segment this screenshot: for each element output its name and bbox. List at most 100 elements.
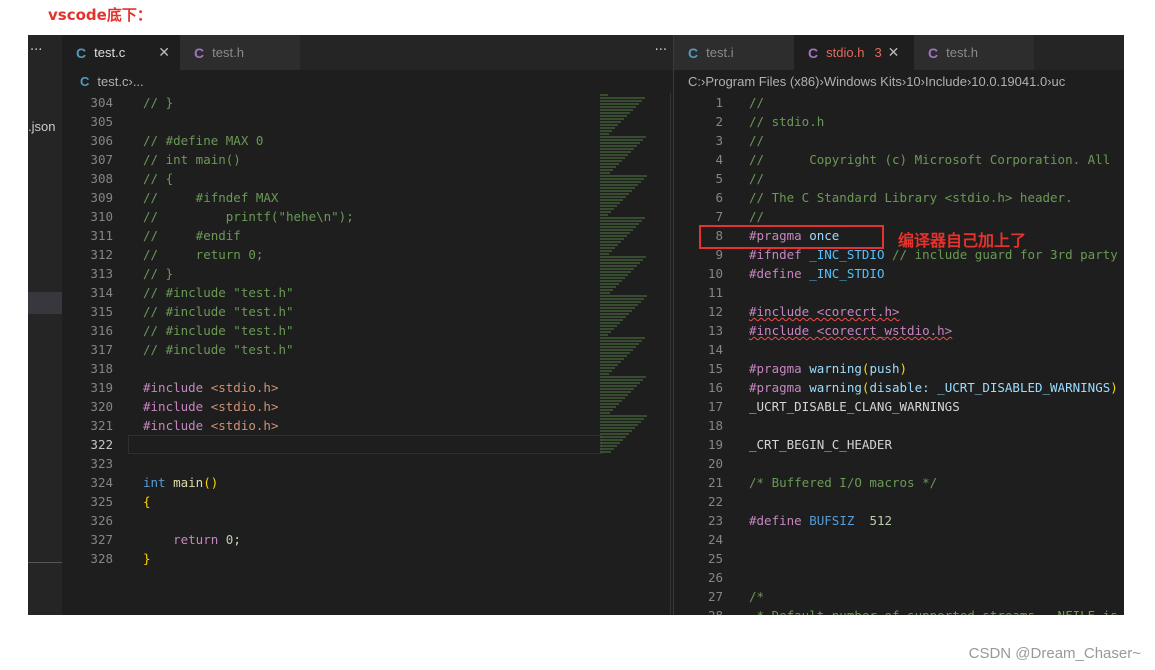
code-line[interactable]: 5 // — [674, 169, 1124, 188]
code-line[interactable]: 319 #include <stdio.h> — [62, 378, 673, 397]
minimap-line — [600, 331, 611, 333]
code-line[interactable]: 26 — [674, 568, 1124, 587]
code-line[interactable]: 15 #pragma warning(push) — [674, 359, 1124, 378]
minimap-line — [600, 118, 624, 120]
code-line[interactable]: 315 // #include "test.h" — [62, 302, 673, 321]
code-line[interactable]: 314 // #include "test.h" — [62, 283, 673, 302]
code-line[interactable]: 1 // — [674, 93, 1124, 112]
code-token: #include — [143, 418, 211, 433]
code-line[interactable]: 318 — [62, 359, 673, 378]
breadcrumb-item[interactable]: Program Files (x86) — [705, 74, 819, 89]
minimap-line — [600, 406, 616, 408]
code-line[interactable]: 305 — [62, 112, 673, 131]
minimap-line — [600, 376, 646, 378]
code-line[interactable]: 317 // #include "test.h" — [62, 340, 673, 359]
code-line[interactable]: 2 // stdio.h — [674, 112, 1124, 131]
code-line[interactable]: 310 // printf("hehe\n"); — [62, 207, 673, 226]
close-icon[interactable]: ✕ — [158, 44, 170, 61]
code-line[interactable]: 24 — [674, 530, 1124, 549]
code-token: _INC_STDIO — [809, 266, 885, 281]
tab-test-i[interactable]: Ctest.i — [674, 35, 794, 70]
minimap-line — [600, 130, 612, 132]
code-line[interactable]: 18 — [674, 416, 1124, 435]
breadcrumb-item[interactable]: uc — [1052, 74, 1066, 89]
explorer-sidebar: ··· .json — [28, 35, 62, 615]
code-line[interactable]: 25 — [674, 549, 1124, 568]
code-line[interactable]: 316 // #include "test.h" — [62, 321, 673, 340]
code-line[interactable]: 28 * Default number of supported streams… — [674, 606, 1124, 615]
line-number: 6 — [715, 190, 723, 205]
line-number: 28 — [674, 606, 723, 615]
breadcrumb-item[interactable]: Windows Kits — [824, 74, 902, 89]
code-token: #include — [143, 380, 211, 395]
breadcrumb-item[interactable]: 10.0.19041.0 — [971, 74, 1047, 89]
code-line[interactable]: 321 #include <stdio.h> — [62, 416, 673, 435]
minimap-line — [600, 214, 608, 216]
breadcrumb-item[interactable]: ... — [133, 74, 144, 89]
explorer-item[interactable]: .json — [28, 119, 55, 134]
minimap-line — [600, 232, 630, 234]
code-line[interactable]: 11 — [674, 283, 1124, 302]
breadcrumb-item[interactable]: test.c — [97, 74, 128, 89]
minimap-line — [600, 271, 631, 273]
code-line[interactable]: 22 — [674, 492, 1124, 511]
tab-stdio-h[interactable]: Cstdio.h 3 ✕ — [794, 35, 914, 70]
code-line[interactable]: 328} — [62, 549, 673, 568]
code-line[interactable]: 27 /* — [674, 587, 1124, 606]
code-line[interactable]: 306 // #define MAX 0 — [62, 131, 673, 150]
code-line[interactable]: 13 #include <corecrt_wstdio.h> — [674, 321, 1124, 340]
code-line[interactable]: 312 // return 0; — [62, 245, 673, 264]
code-line[interactable]: 304 // } — [62, 93, 673, 112]
breadcrumb-item[interactable]: Include — [925, 74, 967, 89]
code-line[interactable]: 323 — [62, 454, 673, 473]
breadcrumb-item[interactable]: C: — [688, 74, 701, 89]
minimap-line — [600, 235, 627, 237]
code-line[interactable]: 4 // Copyright (c) Microsoft Corporation.… — [674, 150, 1124, 169]
code-editor[interactable]: 1 // 2 // stdio.h 3 // 4 // Copyright (c) Micro… — [674, 93, 1124, 615]
minimap-line — [600, 397, 625, 399]
code-line[interactable]: 3 // — [674, 131, 1124, 150]
code-line[interactable]: 327 return 0; — [62, 530, 673, 549]
more-icon[interactable]: ··· — [30, 43, 42, 58]
tab-test-h[interactable]: Ctest.h — [914, 35, 1034, 70]
code-token: } — [143, 551, 151, 566]
code-line[interactable]: 7 // — [674, 207, 1124, 226]
code-editor[interactable]: 304 // } 305 306 // #define MAX 0 307 // int m… — [62, 93, 673, 568]
code-line[interactable]: 307 // int main() — [62, 150, 673, 169]
minimap-line — [600, 166, 616, 168]
minimap-line — [600, 283, 619, 285]
code-line[interactable]: 19 _CRT_BEGIN_C_HEADER — [674, 435, 1124, 454]
more-actions-icon[interactable]: ··· — [655, 43, 667, 58]
code-line[interactable]: 324 int main() — [62, 473, 673, 492]
code-line[interactable]: 6 // The C Standard Library <stdio.h> hea… — [674, 188, 1124, 207]
explorer-selected-item[interactable] — [28, 292, 62, 314]
minimap-line — [600, 322, 620, 324]
minimap-line — [600, 277, 625, 279]
tab-test-h[interactable]: Ctest.h — [180, 35, 300, 70]
code-token: warning — [809, 380, 862, 395]
minimap-line — [600, 439, 623, 441]
code-line[interactable]: 308 // { — [62, 169, 673, 188]
code-line[interactable]: 20 — [674, 454, 1124, 473]
code-line[interactable]: 325 { — [62, 492, 673, 511]
line-number: 305 — [90, 114, 113, 129]
minimap-line — [600, 274, 628, 276]
code-line[interactable]: 17 _UCRT_DISABLE_CLANG_WARNINGS — [674, 397, 1124, 416]
code-line[interactable]: 16 #pragma warning(disable: _UCRT_DISABLE… — [674, 378, 1124, 397]
code-line[interactable]: 12 #include <corecrt.h> — [674, 302, 1124, 321]
code-line[interactable]: 10 #define _INC_STDIO — [674, 264, 1124, 283]
breadcrumb-item[interactable]: 10 — [906, 74, 920, 89]
code-line[interactable]: 309 // #ifndef MAX — [62, 188, 673, 207]
close-icon[interactable]: ✕ — [888, 44, 900, 61]
code-line[interactable]: 311 // #endif — [62, 226, 673, 245]
minimap[interactable] — [600, 93, 660, 603]
code-line[interactable]: 23 #define BUFSIZ 512 — [674, 511, 1124, 530]
code-line[interactable]: 326 — [62, 511, 673, 530]
c-header-icon: C — [928, 44, 939, 61]
tab-test-c[interactable]: Ctest.c ✕ — [62, 35, 180, 70]
code-line[interactable]: 21 /* Buffered I/O macros */ — [674, 473, 1124, 492]
code-line[interactable]: 313 // } — [62, 264, 673, 283]
code-line[interactable]: 14 — [674, 340, 1124, 359]
code-line[interactable]: 320 #include <stdio.h> — [62, 397, 673, 416]
code-line[interactable]: 322 — [62, 435, 673, 454]
